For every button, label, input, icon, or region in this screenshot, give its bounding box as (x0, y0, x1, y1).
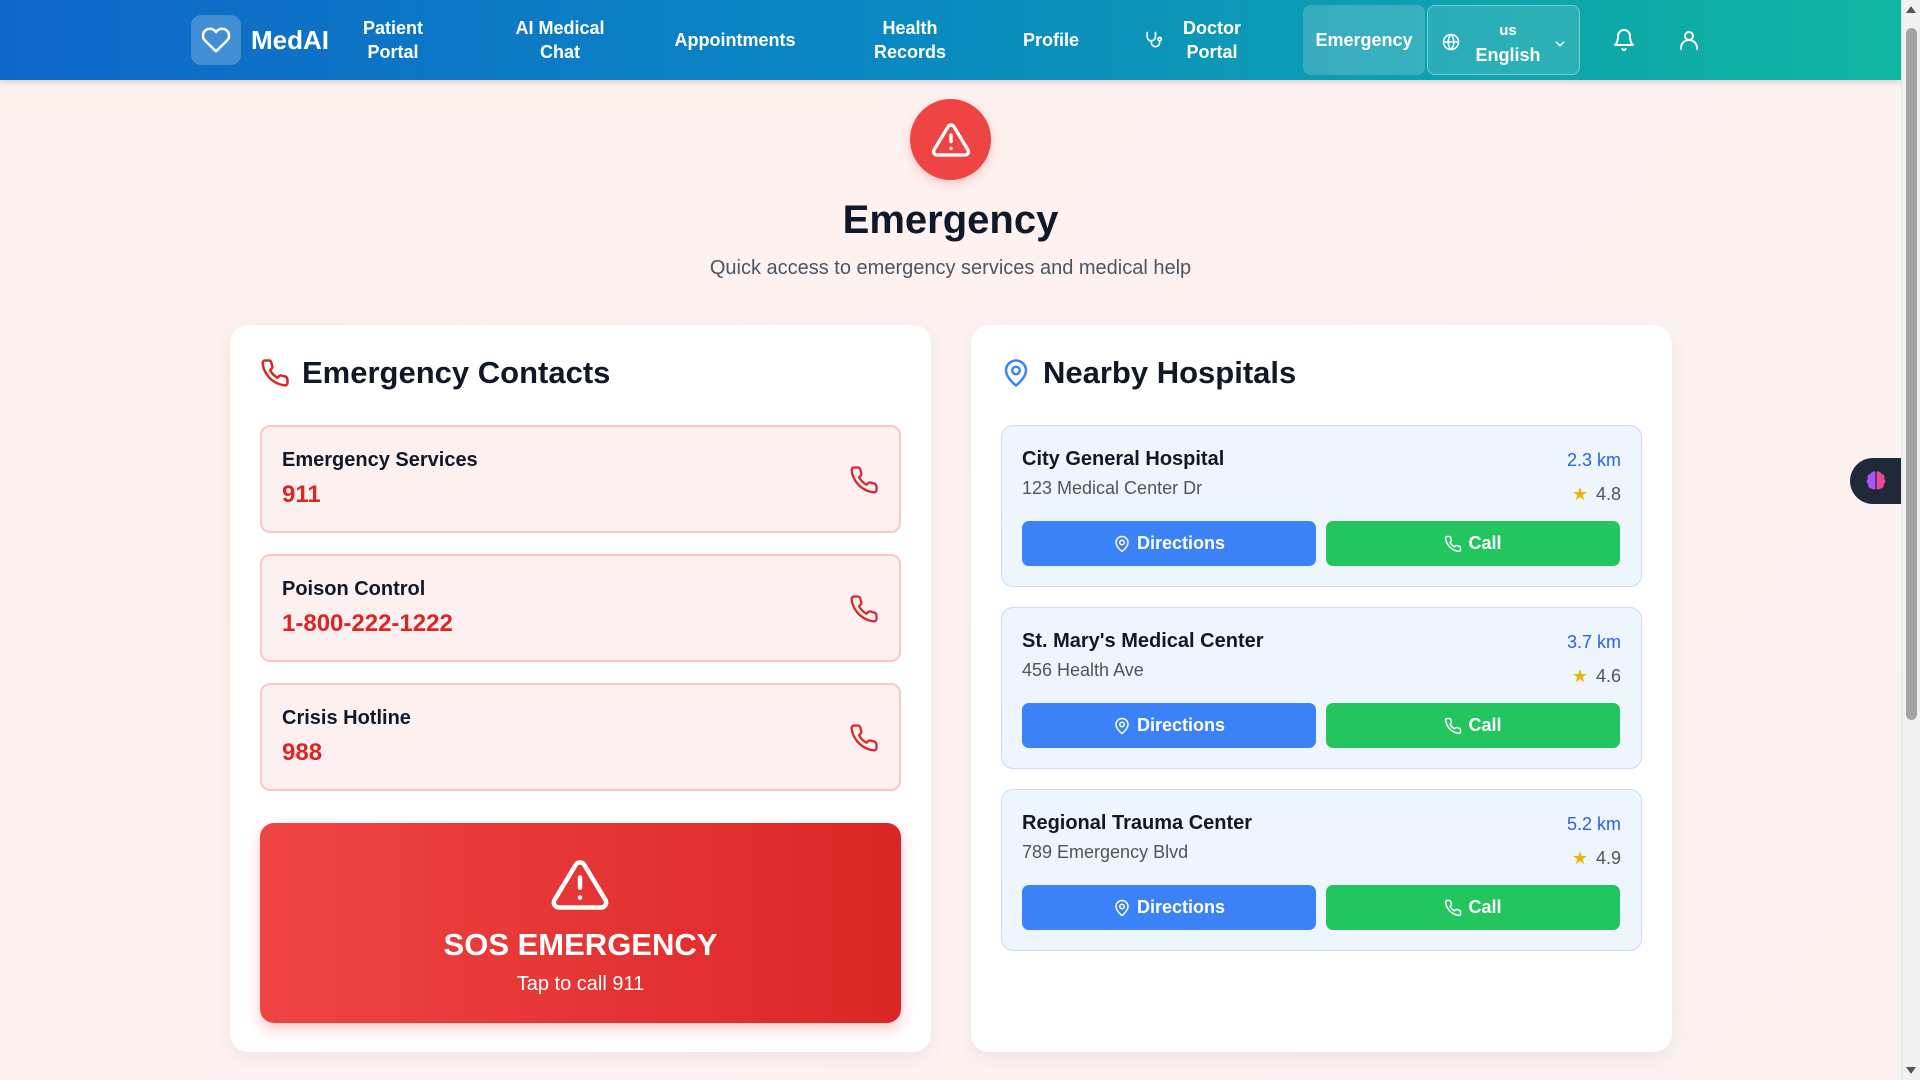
phone-icon (1444, 899, 1468, 917)
button-label: Directions (1136, 715, 1226, 735)
button-label: Call (1468, 897, 1502, 917)
brand-name: MedAI (251, 24, 329, 55)
brain-icon (1863, 468, 1889, 494)
directions-button[interactable]: Directions (1022, 521, 1316, 566)
scroll-thumb[interactable] (1906, 28, 1917, 720)
language-code: us (1499, 22, 1517, 39)
hospital-name: City General Hospital (1022, 448, 1225, 470)
hospital-rating: ★ 4.8 (1572, 484, 1621, 505)
brand[interactable]: MedAI (191, 15, 329, 65)
button-label: Call (1468, 533, 1502, 553)
contact-name: Crisis Hotline (282, 707, 411, 729)
page-title: Emergency (842, 198, 1059, 242)
map-pin-icon (1113, 535, 1137, 553)
hospital-card: City General Hospital 123 Medical Center… (1001, 425, 1642, 587)
call-button[interactable]: Call (1326, 703, 1620, 748)
button-label: Directions (1136, 897, 1226, 917)
phone-icon[interactable] (849, 594, 879, 629)
stethoscope-icon (1143, 30, 1163, 50)
hospital-card: St. Mary's Medical Center 456 Health Ave… (1001, 607, 1642, 769)
nav-label: Doctor Portal (1183, 18, 1241, 62)
hospital-name: St. Mary's Medical Center (1022, 630, 1264, 652)
star-icon: ★ (1571, 848, 1588, 868)
hospital-address: 789 Emergency Blvd (1022, 842, 1189, 862)
card-title-text: Emergency Contacts (302, 355, 611, 390)
map-pin-icon (1113, 717, 1137, 735)
alert-triangle-icon (910, 99, 991, 180)
hospital-rating: ★ 4.9 (1572, 848, 1621, 869)
phone-icon (1444, 717, 1468, 735)
chevron-down-icon (1553, 37, 1567, 56)
rating-value: 4.8 (1595, 484, 1621, 504)
hospital-address: 123 Medical Center Dr (1022, 478, 1203, 498)
nav-label: Appointments (674, 30, 796, 50)
map-pin-icon (1001, 358, 1043, 388)
directions-button[interactable]: Directions (1022, 885, 1316, 930)
contact-number: 1-800-222-1222 (282, 610, 453, 637)
user-icon[interactable] (1675, 26, 1703, 54)
page-subtitle: Quick access to emergency services and m… (709, 257, 1192, 279)
nav-appointments[interactable]: Appointments (670, 0, 800, 80)
contact-poison-control[interactable]: Poison Control 1-800-222-1222 (260, 554, 901, 662)
emergency-contacts-heading: Emergency Contacts (260, 353, 610, 393)
sos-title: SOS EMERGENCY (443, 927, 718, 962)
language-selector[interactable]: us English (1427, 5, 1580, 75)
rating-value: 4.9 (1595, 848, 1621, 868)
nav-label: Health Records (873, 18, 947, 62)
contact-number: 911 (282, 481, 321, 508)
hospital-distance: 3.7 km (1566, 632, 1621, 652)
call-button[interactable]: Call (1326, 521, 1620, 566)
hospital-distance: 2.3 km (1566, 450, 1621, 470)
top-navbar: MedAI Patient Portal AI Medical Chat App… (0, 0, 1901, 80)
phone-icon (1444, 535, 1468, 553)
nav-health-records[interactable]: Health Records (865, 0, 955, 80)
emergency-contacts-card: Emergency Contacts Emergency Services 91… (230, 325, 931, 1052)
phone-icon[interactable] (849, 723, 879, 758)
card-title-text: Nearby Hospitals (1043, 355, 1297, 390)
nav-ai-medical-chat[interactable]: AI Medical Chat (505, 0, 615, 80)
contact-crisis-hotline[interactable]: Crisis Hotline 988 (260, 683, 901, 791)
globe-icon (1442, 33, 1460, 56)
nav-patient-portal[interactable]: Patient Portal (348, 0, 438, 80)
contact-name: Emergency Services (282, 449, 478, 471)
scroll-up-arrow-icon[interactable] (1906, 6, 1916, 13)
assistant-widget[interactable] (1850, 458, 1902, 504)
bell-icon[interactable] (1610, 26, 1638, 54)
star-icon: ★ (1571, 484, 1588, 504)
hospital-rating: ★ 4.6 (1572, 666, 1621, 687)
contact-emergency-services[interactable]: Emergency Services 911 (260, 425, 901, 533)
hospital-address: 456 Health Ave (1022, 660, 1144, 680)
button-label: Call (1468, 715, 1502, 735)
nav-label: Patient Portal (362, 18, 423, 62)
scroll-down-arrow-icon[interactable] (1906, 1067, 1916, 1074)
map-pin-icon (1113, 899, 1137, 917)
hospital-card: Regional Trauma Center 789 Emergency Blv… (1001, 789, 1642, 951)
phone-icon[interactable] (849, 465, 879, 500)
button-label: Directions (1136, 533, 1226, 553)
nearby-hospitals-card: Nearby Hospitals City General Hospital 1… (971, 325, 1672, 1052)
nav-label: AI Medical Chat (515, 18, 605, 62)
nav-label: Emergency (1315, 30, 1413, 50)
hospital-name: Regional Trauma Center (1022, 812, 1253, 834)
nav-emergency[interactable]: Emergency (1303, 5, 1425, 75)
heart-icon (191, 15, 241, 65)
nearby-hospitals-heading: Nearby Hospitals (1001, 353, 1296, 393)
sos-subtitle: Tap to call 911 (516, 973, 645, 995)
nav-doctor-portal[interactable]: Doctor Portal (1130, 0, 1260, 80)
language-name: English (1475, 45, 1541, 65)
page-scrollbar[interactable] (1901, 0, 1920, 1080)
contact-number: 988 (282, 739, 323, 766)
contact-name: Poison Control (282, 578, 426, 600)
star-icon: ★ (1571, 666, 1588, 686)
hospital-distance: 5.2 km (1566, 814, 1621, 834)
nav-profile[interactable]: Profile (1011, 0, 1091, 80)
nav-label: Profile (1022, 30, 1079, 50)
alert-triangle-icon (550, 855, 610, 920)
rating-value: 4.6 (1595, 666, 1621, 686)
directions-button[interactable]: Directions (1022, 703, 1316, 748)
call-button[interactable]: Call (1326, 885, 1620, 930)
phone-icon (260, 358, 302, 388)
sos-emergency-button[interactable]: SOS EMERGENCY Tap to call 911 (260, 823, 901, 1023)
